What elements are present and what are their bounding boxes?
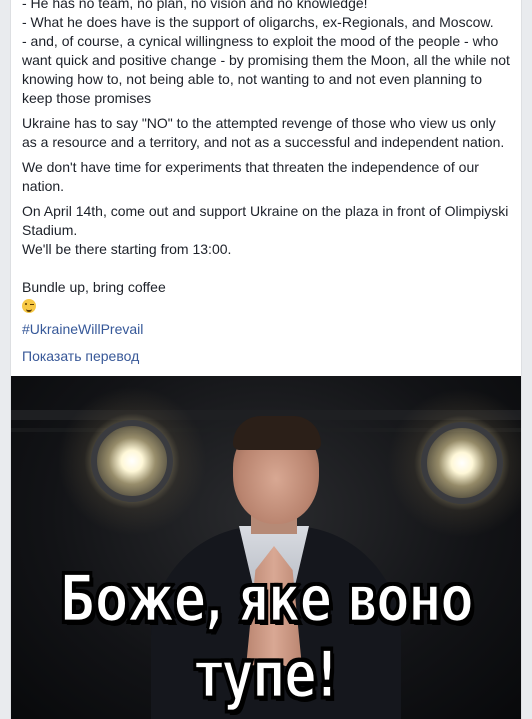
wink-emoji-icon: [22, 299, 36, 313]
meme-photo[interactable]: Боже, яке воно тупе!: [11, 376, 521, 719]
post-paragraph-5: Bundle up, bring coffee: [22, 259, 514, 316]
translate-link[interactable]: Показать перевод: [22, 347, 514, 366]
lamp-left: [91, 420, 173, 502]
meme-caption: Боже, яке воно тупе!: [59, 560, 475, 714]
post-paragraph-2: Ukraine has to say "NO" to the attempted…: [22, 115, 505, 150]
post-text: - He has no team, no plan, no vision and…: [22, 0, 514, 366]
lamp-right: [421, 422, 503, 504]
hashtag-link[interactable]: #UkraineWillPrevail: [22, 320, 514, 339]
post-last-line: Bundle up, bring coffee: [22, 279, 166, 295]
post-paragraph-4: On April 14th, come out and support Ukra…: [22, 203, 509, 257]
person-hair: [233, 416, 321, 450]
post-paragraph-1: - He has no team, no plan, no vision and…: [22, 0, 510, 106]
post-card: - He has no team, no plan, no vision and…: [10, 0, 522, 719]
post-paragraph-3: We don't have time for experiments that …: [22, 159, 479, 194]
